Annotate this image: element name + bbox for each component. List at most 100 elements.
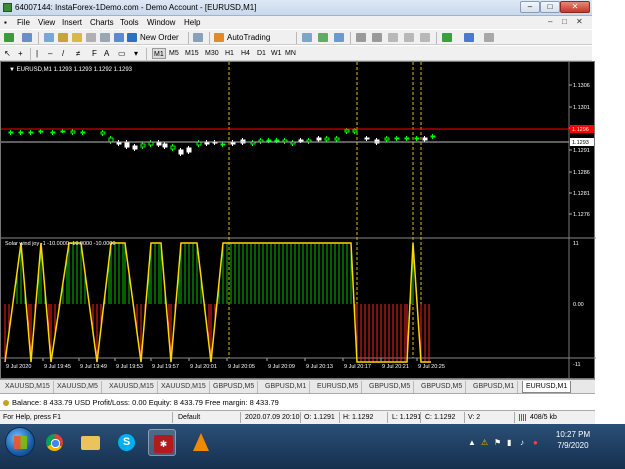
vlc-icon (193, 433, 209, 451)
autotrading-button[interactable]: AutoTrading (227, 32, 270, 43)
standard-toolbar: New Order AutoTrading (0, 29, 592, 45)
timeframe-mn[interactable]: MN (284, 48, 297, 59)
chart-tab[interactable]: XAUUSD,M15 (2, 381, 54, 393)
candle-body (60, 130, 66, 133)
candle-body (28, 131, 34, 134)
maximize-button[interactable]: □ (540, 1, 560, 13)
account-summary: Balance: 8 433.79 USD Profit/Loss: 0.00 … (12, 398, 279, 407)
chart-tab[interactable]: GBPUSD,M1 (470, 381, 519, 393)
menu-charts[interactable]: Charts (90, 18, 114, 27)
tray-warning-icon[interactable]: ⚠ (481, 438, 488, 447)
candle-body (274, 139, 280, 142)
menu-view[interactable]: View (38, 18, 55, 27)
candlestick-icon[interactable] (318, 33, 328, 42)
templates-icon[interactable] (484, 33, 494, 42)
candle-body (364, 137, 370, 140)
candle-body (170, 145, 176, 150)
data-window-icon[interactable] (58, 33, 68, 42)
chart-tab[interactable]: EURUSD,M1 (522, 381, 572, 393)
tray-network-icon[interactable]: ▮ (507, 438, 511, 447)
timeframe-w1[interactable]: W1 (270, 48, 283, 59)
status-profile[interactable]: Default (178, 414, 200, 421)
channel-icon[interactable]: ≠ (76, 48, 80, 59)
text-icon[interactable]: A (104, 48, 109, 59)
autotrading-icon[interactable] (214, 33, 224, 42)
indicator-level-label: -11 (573, 362, 581, 368)
menu-insert[interactable]: Insert (62, 18, 82, 27)
candle-body (422, 137, 428, 141)
profiles-icon[interactable] (22, 33, 32, 42)
minimize-button[interactable]: – (520, 1, 540, 13)
close-button[interactable]: ✕ (560, 1, 590, 13)
chart-tab[interactable]: XAUUSD,M15 (158, 381, 210, 393)
strategy-tester-icon[interactable] (100, 33, 110, 42)
new-order-icon[interactable] (127, 33, 137, 42)
chart-menu-icon[interactable]: ▪ (4, 18, 7, 27)
timeframe-m30[interactable]: M30 (204, 48, 220, 59)
timeframe-h4[interactable]: H4 (240, 48, 251, 59)
new-chart-icon[interactable] (4, 33, 14, 42)
indicators-icon[interactable] (442, 33, 452, 42)
child-minimize-button[interactable]: – (548, 17, 552, 26)
windows-start-icon[interactable] (5, 427, 35, 457)
chart-canvas[interactable]: ▼ EURUSD,M1 1.1293 1.1293 1.1292 1.1293 1… (1, 62, 596, 380)
editor-icon[interactable] (114, 33, 124, 42)
timeframe-m15[interactable]: M15 (184, 48, 200, 59)
navigator-icon[interactable] (72, 33, 82, 42)
timeframe-h1[interactable]: H1 (224, 48, 235, 59)
chart-shift-icon[interactable] (420, 33, 430, 42)
child-restore-button[interactable]: □ (562, 17, 567, 26)
menu-help[interactable]: Help (184, 18, 200, 27)
explorer-taskbar-button[interactable] (76, 429, 104, 456)
menu-window[interactable]: Window (147, 18, 175, 27)
tray-antivirus-icon[interactable]: ● (533, 438, 538, 447)
zoom-out-icon[interactable] (372, 33, 382, 42)
skype-taskbar-button[interactable]: S (112, 429, 140, 456)
chart-tab[interactable]: GBPUSD,M5 (366, 381, 415, 393)
horizontal-line-icon[interactable]: – (48, 48, 52, 59)
zoom-in-icon[interactable] (356, 33, 366, 42)
taskbar-clock[interactable]: 10:27 PM 7/9/2020 (553, 429, 593, 451)
status-bar: For Help, press F1 Default 2020.07.09 20… (0, 411, 595, 424)
tile-windows-icon[interactable] (388, 33, 398, 42)
chart-tab[interactable]: GBPUSD,M5 (210, 381, 259, 393)
chrome-taskbar-button[interactable] (40, 429, 68, 456)
fibonacci-icon[interactable]: F (92, 48, 97, 59)
title-bar: 64007144: InstaForex-1Demo.com - Demo Ac… (0, 0, 592, 16)
metaeditor-icon[interactable] (193, 33, 203, 42)
line-chart-icon[interactable] (334, 33, 344, 42)
cursor-icon[interactable]: ↖ (4, 48, 11, 59)
child-close-button[interactable]: ✕ (576, 17, 583, 26)
label-icon[interactable]: ▭ (118, 48, 126, 59)
arrows-icon[interactable]: ▾ (134, 48, 138, 59)
terminal-icon[interactable] (86, 33, 96, 42)
chart-tab[interactable]: XAUUSD,M5 (54, 381, 102, 393)
new-order-button[interactable]: New Order (140, 32, 179, 43)
trendline-icon[interactable]: / (62, 48, 64, 59)
timeframe-d1[interactable]: D1 (256, 48, 267, 59)
chart-tab[interactable]: XAUUSD,M15 (106, 381, 158, 393)
mt4-taskbar-button[interactable]: ✱ (148, 429, 176, 456)
bar-chart-icon[interactable] (302, 33, 312, 42)
auto-scroll-icon[interactable] (404, 33, 414, 42)
tray-expand-icon[interactable]: ▲ (468, 438, 476, 447)
candle-body (266, 139, 272, 142)
tray-flag-icon[interactable]: ⚑ (494, 438, 501, 447)
periods-icon[interactable] (464, 33, 474, 42)
status-help: For Help, press F1 (3, 414, 61, 421)
vertical-line-icon[interactable]: | (36, 48, 38, 59)
timeframe-m1[interactable]: M1 (152, 48, 166, 59)
drawing-toolbar: ↖ + | – / ≠ F A ▭ ▾ M1 M5 M15 M30 H1 H4 … (0, 45, 592, 61)
candle-body (334, 137, 340, 141)
market-watch-icon[interactable] (44, 33, 54, 42)
vlc-taskbar-button[interactable] (186, 429, 214, 456)
chart-tab[interactable]: EURUSD,M5 (314, 381, 363, 393)
crosshair-icon[interactable]: + (18, 48, 23, 59)
timeframe-m5[interactable]: M5 (168, 48, 180, 59)
tray-volume-icon[interactable]: ♪ (520, 438, 524, 447)
chart-tab[interactable]: GBPUSD,M5 (418, 381, 467, 393)
chart-window[interactable]: ▼ EURUSD,M1 1.1293 1.1293 1.1292 1.1293 1… (0, 61, 596, 380)
menu-tools[interactable]: Tools (120, 18, 139, 27)
menu-file[interactable]: File (17, 18, 30, 27)
chart-tab[interactable]: GBPUSD,M1 (262, 381, 311, 393)
